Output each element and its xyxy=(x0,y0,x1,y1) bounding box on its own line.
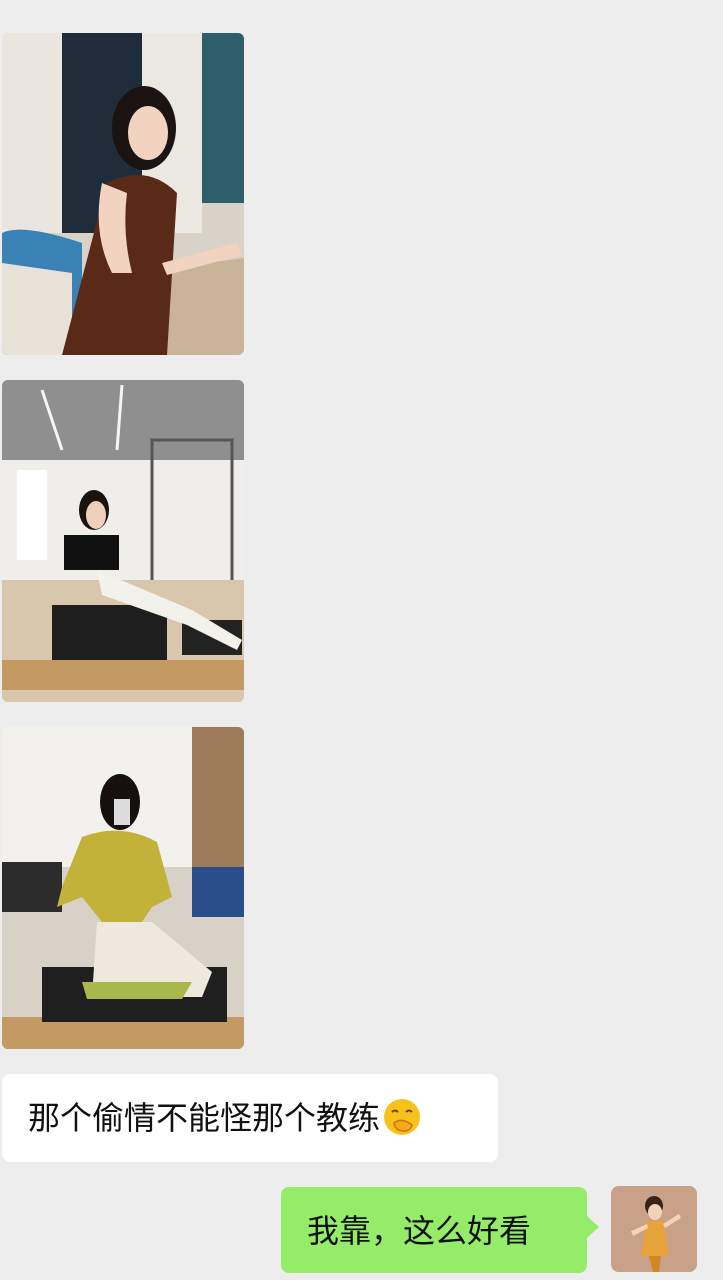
image-message[interactable] xyxy=(2,33,244,355)
face-with-hand-over-mouth-icon xyxy=(382,1097,422,1137)
avatar-image xyxy=(611,1186,697,1272)
chat-area[interactable]: 那个偷情不能怪那个教练 我靠，这么好看 xyxy=(0,0,723,1280)
photo-woman-pilates xyxy=(2,380,244,702)
image-message[interactable] xyxy=(2,727,244,1049)
incoming-message-bubble[interactable]: 那个偷情不能怪那个教练 xyxy=(2,1074,498,1162)
bubble-tail xyxy=(587,1216,599,1238)
message-text: 我靠，这么好看 xyxy=(307,1212,532,1250)
outgoing-message-bubble[interactable]: 我靠，这么好看 xyxy=(281,1187,587,1273)
avatar[interactable] xyxy=(611,1186,697,1272)
image-message[interactable] xyxy=(2,380,244,702)
photo-woman-cafe xyxy=(2,33,244,355)
photo-woman-yellow-top xyxy=(2,727,244,1049)
message-text: 那个偷情不能怪那个教练 xyxy=(28,1099,381,1137)
